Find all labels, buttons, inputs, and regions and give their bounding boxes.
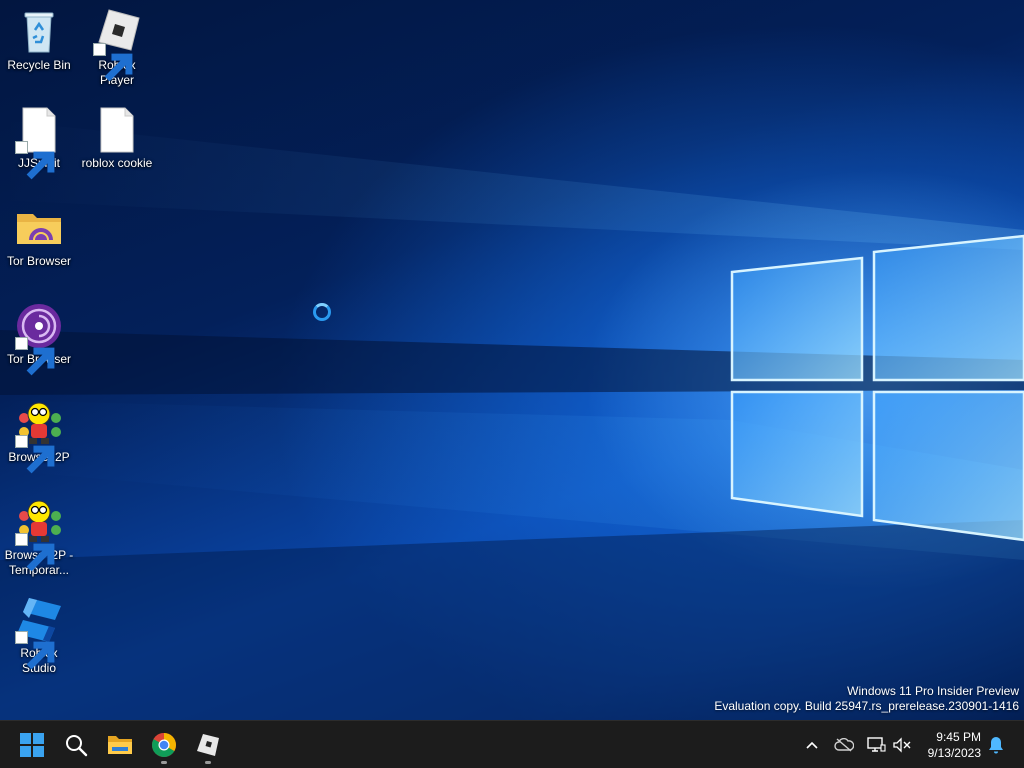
loading-cursor-icon	[313, 303, 331, 321]
shortcut-arrow-icon	[15, 533, 55, 572]
i2p-icon	[15, 400, 63, 474]
desktop-icon-label: Tor Browser	[6, 254, 71, 268]
shortcut-arrow-icon	[15, 435, 55, 474]
recycle-bin-icon	[15, 8, 63, 56]
desktop-icon-recycle-bin[interactable]: Recycle Bin	[0, 4, 78, 73]
desktop-icon-roblox-studio[interactable]: Roblox Studio	[0, 592, 78, 676]
i2p-icon	[15, 498, 63, 572]
desktop-icon-browse-i2p-temporary[interactable]: Browse I2P - Temporar...	[0, 494, 78, 578]
onedrive-offline-icon	[834, 738, 854, 752]
watermark-edition: Windows 11 Pro Insider Preview	[847, 684, 1019, 698]
chrome-button[interactable]	[144, 725, 184, 765]
evaluation-watermark: Windows 11 Pro Insider Preview Evaluatio…	[714, 684, 1019, 714]
desktop-icon-label: Recycle Bin	[7, 58, 71, 72]
network-icon	[867, 737, 886, 752]
shortcut-arrow-icon	[93, 43, 133, 82]
start-button[interactable]	[12, 725, 52, 765]
notification-bell-icon	[989, 737, 1003, 754]
roblox-studio-icon	[15, 596, 63, 670]
notifications-button[interactable]	[982, 731, 1010, 759]
roblox-taskbar-button[interactable]	[188, 725, 228, 765]
clock-date: 9/13/2023	[927, 746, 981, 760]
folder-icon	[108, 736, 132, 754]
running-indicator	[161, 761, 167, 764]
taskbar: 9:45 PM 9/13/2023	[0, 720, 1024, 768]
desktop-icon-tor-browser[interactable]: Tor Browser	[0, 298, 78, 376]
file-icon	[15, 106, 63, 180]
file-explorer-button[interactable]	[100, 725, 140, 765]
chevron-up-icon	[806, 741, 818, 749]
shortcut-arrow-icon	[15, 631, 55, 670]
desktop-icon-jjsploit[interactable]: JJSploit	[0, 102, 78, 180]
volume-muted-icon	[893, 737, 911, 753]
desktop-icon-roblox-player[interactable]: Roblox Player	[78, 4, 156, 88]
windows-start-icon	[20, 733, 44, 757]
watermark-build: Evaluation copy. Build 25947.rs_prerelea…	[714, 699, 1019, 713]
desktop-icon-browse-i2p[interactable]: Browse I2P	[0, 396, 78, 474]
chrome-icon	[152, 733, 176, 758]
file-icon	[93, 106, 141, 154]
shortcut-arrow-icon	[15, 141, 55, 180]
clock[interactable]: 9:45 PM 9/13/2023	[928, 729, 981, 761]
desktop-icon-label: roblox cookie	[81, 156, 153, 170]
running-indicator	[205, 761, 211, 764]
search-icon	[66, 735, 88, 757]
search-button[interactable]	[56, 725, 96, 765]
desktop-icon-tor-browser-folder[interactable]: Tor Browser	[0, 200, 78, 269]
onedrive-tray-button[interactable]	[830, 731, 858, 759]
desktop[interactable]: Recycle Bin Roblox Player JJSploit roblo…	[0, 0, 1024, 768]
shortcut-arrow-icon	[15, 337, 55, 376]
roblox-icon	[197, 734, 219, 756]
desktop-icon-roblox-cookie[interactable]: roblox cookie	[78, 102, 156, 171]
volume-tray-button[interactable]	[888, 731, 916, 759]
show-hidden-icons-button[interactable]	[798, 731, 826, 759]
clock-time: 9:45 PM	[936, 730, 981, 744]
roblox-icon	[93, 8, 141, 82]
network-tray-button[interactable]	[862, 731, 890, 759]
tor-folder-icon	[15, 204, 63, 252]
tor-browser-icon	[15, 302, 63, 376]
